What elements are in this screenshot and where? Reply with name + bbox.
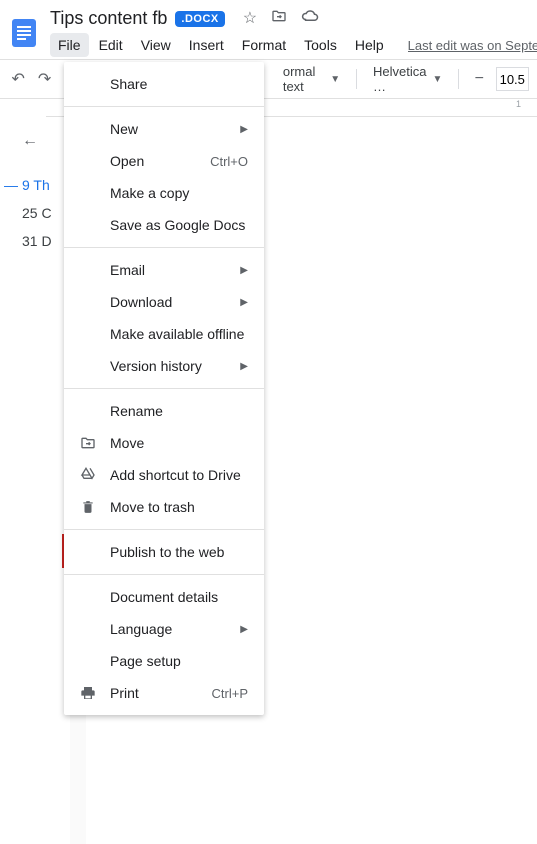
menu-item-label: New	[110, 121, 138, 137]
menu-item-label: Page setup	[110, 653, 181, 669]
menu-item-label: Open	[110, 153, 144, 169]
font-size-input[interactable]: 10.5	[496, 67, 529, 91]
dropdown-arrow-icon: ▼	[330, 74, 340, 85]
menu-separator	[64, 388, 264, 389]
redo-icon[interactable]: ↷	[34, 66, 54, 92]
outline-item[interactable]: 9 Th	[4, 171, 66, 199]
menu-shortcut: Ctrl+O	[210, 154, 248, 169]
undo-icon[interactable]: ↶	[8, 66, 28, 92]
menu-item-email[interactable]: Email ▶	[64, 254, 264, 286]
outline-item[interactable]: 25 C	[4, 199, 66, 227]
submenu-arrow-icon: ▶	[240, 124, 248, 135]
menu-item-label: Move	[110, 435, 144, 451]
ruler-tick: 1	[516, 99, 521, 109]
menu-insert[interactable]: Insert	[181, 33, 232, 57]
menu-item-new[interactable]: New ▶	[64, 113, 264, 145]
menu-file[interactable]: File	[50, 33, 89, 57]
menu-shortcut: Ctrl+P	[212, 686, 248, 701]
menu-item-publish-to-the-web[interactable]: Publish to the web	[64, 536, 264, 568]
submenu-arrow-icon: ▶	[240, 265, 248, 276]
menu-view[interactable]: View	[133, 33, 179, 57]
paragraph-style-label: ormal text	[283, 64, 324, 94]
menu-item-make-a-copy[interactable]: Make a copy	[64, 177, 264, 209]
menu-item-label: Move to trash	[110, 499, 195, 515]
menu-item-label: Print	[110, 685, 139, 701]
menu-item-move[interactable]: Move	[64, 427, 264, 459]
submenu-arrow-icon: ▶	[240, 361, 248, 372]
menu-item-label: Language	[110, 621, 172, 637]
menu-item-label: Share	[110, 76, 147, 92]
menu-item-label: Save as Google Docs	[110, 217, 245, 233]
submenu-arrow-icon: ▶	[240, 297, 248, 308]
menu-item-page-setup[interactable]: Page setup	[64, 645, 264, 677]
menu-item-label: Download	[110, 294, 172, 310]
folder-move-icon	[78, 433, 98, 453]
menu-item-label: Publish to the web	[110, 544, 224, 560]
menu-item-rename[interactable]: Rename	[64, 395, 264, 427]
drive-shortcut-icon	[78, 465, 98, 485]
menu-item-label: Make available offline	[110, 326, 244, 342]
menu-item-label: Document details	[110, 589, 218, 605]
star-icon[interactable]: ☆	[243, 8, 257, 29]
menu-item-language[interactable]: Language ▶	[64, 613, 264, 645]
menu-item-label: Add shortcut to Drive	[110, 467, 241, 483]
menu-item-label: Make a copy	[110, 185, 189, 201]
menu-item-version-history[interactable]: Version history ▶	[64, 350, 264, 382]
menu-item-open[interactable]: Open Ctrl+O	[64, 145, 264, 177]
document-outline: ← 9 Th 25 C 31 D	[0, 117, 70, 844]
font-select[interactable]: Helvetica … ▼	[367, 64, 448, 94]
print-icon	[78, 683, 98, 703]
separator	[458, 69, 459, 89]
menu-help[interactable]: Help	[347, 33, 392, 57]
menu-item-label: Rename	[110, 403, 163, 419]
menu-separator	[64, 529, 264, 530]
menu-item-document-details[interactable]: Document details	[64, 581, 264, 613]
dropdown-arrow-icon: ▼	[432, 74, 442, 85]
last-edit[interactable]: Last edit was on Septe	[408, 38, 537, 53]
menu-separator	[64, 106, 264, 107]
trash-icon	[78, 497, 98, 517]
menu-item-label: Email	[110, 262, 145, 278]
menu-item-save-as-google-docs[interactable]: Save as Google Docs	[64, 209, 264, 241]
menu-format[interactable]: Format	[234, 33, 294, 57]
separator	[356, 69, 357, 89]
decrease-font-icon[interactable]: −	[469, 66, 489, 92]
menubar: File Edit View Insert Format Tools Help …	[50, 33, 537, 57]
menu-item-make-available-offline[interactable]: Make available offline	[64, 318, 264, 350]
cloud-icon[interactable]	[301, 8, 319, 29]
docx-badge: .DOCX	[175, 11, 224, 27]
menu-tools[interactable]: Tools	[296, 33, 345, 57]
menu-item-move-to-trash[interactable]: Move to trash	[64, 491, 264, 523]
menu-item-label: Version history	[110, 358, 202, 374]
menu-item-print[interactable]: Print Ctrl+P	[64, 677, 264, 709]
outline-item[interactable]: 31 D	[4, 227, 66, 255]
file-menu-dropdown: Share New ▶ Open Ctrl+O Make a copy Save as Go…	[64, 62, 264, 715]
menu-separator	[64, 247, 264, 248]
menu-item-download[interactable]: Download ▶	[64, 286, 264, 318]
menu-separator	[64, 574, 264, 575]
docs-logo[interactable]	[6, 13, 42, 53]
menu-item-add-shortcut-to-drive[interactable]: Add shortcut to Drive	[64, 459, 264, 491]
move-folder-icon[interactable]	[271, 8, 287, 29]
doc-title[interactable]: Tips content fb	[50, 8, 167, 29]
paragraph-style-select[interactable]: ormal text ▼	[277, 64, 346, 94]
font-label: Helvetica …	[373, 64, 426, 94]
outline-back-icon[interactable]: ←	[16, 127, 44, 155]
submenu-arrow-icon: ▶	[240, 624, 248, 635]
menu-edit[interactable]: Edit	[91, 33, 131, 57]
menu-item-share[interactable]: Share	[64, 68, 264, 100]
